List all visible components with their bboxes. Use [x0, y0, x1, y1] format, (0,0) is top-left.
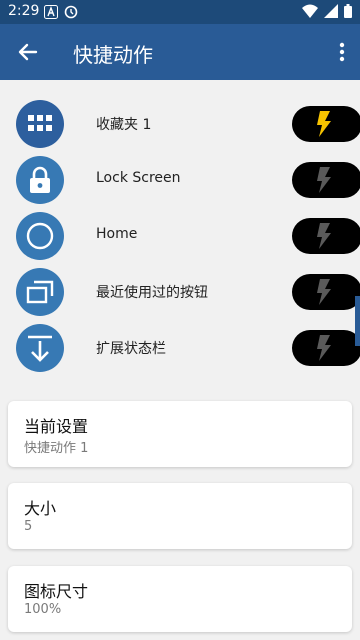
flash-toggle-button[interactable] [292, 274, 360, 310]
setting-title: 当前设置 [24, 417, 89, 436]
back-arrow-icon[interactable] [14, 38, 42, 66]
setting-title: 大小 [24, 499, 57, 518]
app-bar: 快捷动作 [0, 24, 360, 80]
signal-icon [324, 4, 338, 18]
action-row-favorites[interactable]: 收藏夹 1 [0, 96, 360, 152]
action-label: Lock Screen [96, 170, 181, 186]
action-row-expand-status-bar[interactable]: 扩展状态栏 [0, 320, 360, 376]
circle-icon [16, 212, 64, 260]
more-options-icon[interactable] [334, 38, 350, 66]
action-row-lock-screen[interactable]: Lock Screen [0, 152, 360, 208]
flash-icon [317, 223, 331, 249]
notification-a-icon [44, 5, 58, 19]
action-label: Home [96, 226, 138, 242]
page-title: 快捷动作 [73, 43, 153, 67]
setting-card-current[interactable]: 当前设置 快捷动作 1 [8, 401, 352, 467]
battery-icon [344, 4, 352, 18]
flash-toggle-button[interactable] [292, 106, 360, 142]
flash-toggle-button[interactable] [292, 330, 360, 366]
quick-actions-list: 收藏夹 1 Lock Screen Home 最近使用过的按钮 扩展状态栏 [0, 96, 360, 376]
notification-circle-icon [64, 5, 78, 19]
setting-title: 图标尺寸 [24, 582, 89, 601]
action-row-home[interactable]: Home [0, 208, 360, 264]
expand-down-icon [16, 324, 64, 372]
setting-value: 快捷动作 1 [24, 441, 89, 456]
wifi-icon [302, 4, 318, 18]
setting-card-size[interactable]: 大小 5 [8, 483, 352, 549]
setting-card-icon-size[interactable]: 图标尺寸 100% [8, 566, 352, 632]
flash-icon [317, 279, 331, 305]
recents-icon [16, 268, 64, 316]
action-label: 收藏夹 1 [96, 117, 152, 133]
grid-icon [16, 100, 64, 148]
flash-icon [317, 335, 331, 361]
flash-icon [317, 111, 331, 137]
setting-value: 100% [24, 602, 62, 617]
scroll-handle[interactable] [355, 296, 360, 346]
status-bar: 2:29 [0, 0, 360, 24]
flash-toggle-button[interactable] [292, 162, 360, 198]
lock-icon [16, 156, 64, 204]
action-label: 最近使用过的按钮 [96, 285, 208, 301]
setting-value: 5 [24, 519, 33, 534]
flash-icon [317, 167, 331, 193]
status-time: 2:29 [8, 3, 40, 19]
flash-toggle-button[interactable] [292, 218, 360, 254]
action-label: 扩展状态栏 [96, 341, 166, 357]
action-row-recents[interactable]: 最近使用过的按钮 [0, 264, 360, 320]
